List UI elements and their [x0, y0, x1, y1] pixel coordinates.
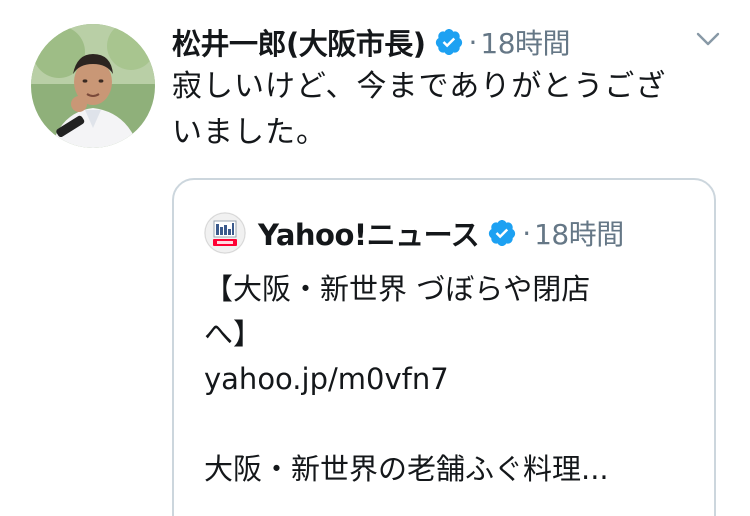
quoted-text-line: へ】	[204, 317, 263, 351]
quoted-blank-line	[204, 402, 684, 447]
verified-badge-icon	[487, 218, 517, 248]
tweet-header: 松井一郎(大阪市長) · 18時間	[172, 21, 571, 63]
quoted-tweet-timestamp[interactable]: 18時間	[534, 213, 624, 253]
quoted-tweet-header: Yahoo!ニュース · 18時間	[204, 211, 624, 255]
tweet-text-line: いました。	[172, 115, 327, 150]
quoted-text-line: 【大阪・新世界 づぼらや閉店	[204, 272, 591, 306]
quoted-text-line: 大阪・新世界の老舗ふぐ料理...	[204, 452, 609, 486]
chevron-down-icon[interactable]	[693, 28, 723, 50]
separator-dot: ·	[468, 25, 478, 59]
separator-dot: ·	[522, 216, 532, 250]
quoted-tweet-card[interactable]: Yahoo!ニュース · 18時間 【大阪・新世界 づぼらや閉店 へ】 yaho…	[172, 178, 716, 516]
author-avatar[interactable]	[31, 24, 155, 148]
verified-badge-icon	[434, 27, 464, 57]
tweet-text-line: 寂しいけど、今までありがとうござ	[172, 69, 667, 104]
quoted-link[interactable]: yahoo.jp/m0vfn7	[204, 357, 684, 402]
author-display-name[interactable]: 松井一郎(大阪市長)	[172, 21, 426, 63]
quoted-author-display-name[interactable]: Yahoo!ニュース	[258, 212, 480, 254]
tweet[interactable]: 松井一郎(大阪市長) · 18時間 寂しいけど、今までありがとうござ いました。	[0, 0, 750, 516]
quoted-tweet-text: 【大阪・新世界 づぼらや閉店 へ】 yahoo.jp/m0vfn7 大阪・新世界…	[204, 267, 684, 492]
yahoo-japan-logo	[204, 212, 246, 254]
tweet-text: 寂しいけど、今までありがとうござ いました。	[172, 64, 732, 156]
tweet-timestamp[interactable]: 18時間	[480, 22, 570, 62]
avatar-photo	[31, 24, 155, 148]
quoted-author-avatar	[204, 212, 246, 254]
